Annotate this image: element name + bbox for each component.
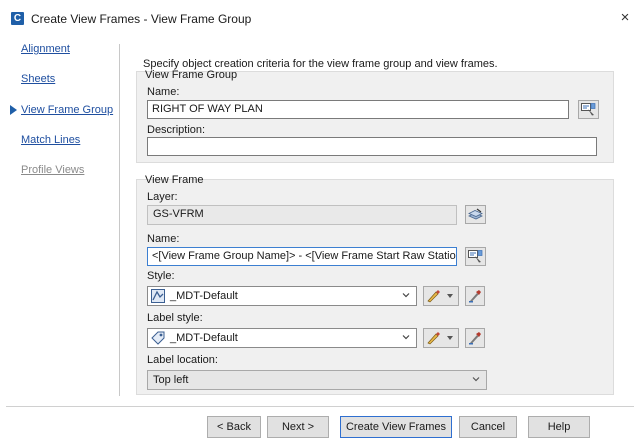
view-frame-legend: View Frame: [145, 174, 204, 186]
footer-divider: [6, 406, 634, 407]
layer-label: Layer:: [147, 191, 178, 203]
edit-style-icon: [427, 332, 453, 345]
nav-item-alignment[interactable]: Alignment: [21, 43, 70, 55]
style-dropdown[interactable]: _MDT-Default: [147, 286, 417, 306]
create-view-frames-button[interactable]: Create View Frames: [340, 416, 452, 438]
group-description-input[interactable]: [147, 137, 597, 156]
nav-item-profile-views: Profile Views: [21, 164, 85, 176]
layer-select-icon: [468, 208, 483, 220]
pick-style-icon: [469, 290, 481, 303]
group-name-input[interactable]: RIGHT OF WAY PLAN: [147, 100, 569, 119]
style-label: Style:: [147, 270, 175, 282]
name-template-editor-icon: [581, 103, 596, 116]
label-style-icon: [151, 331, 165, 345]
nav-item-match-lines[interactable]: Match Lines: [21, 134, 80, 146]
label-style-dropdown[interactable]: _MDT-Default: [147, 328, 417, 348]
current-step-arrow-icon: [10, 105, 17, 115]
chevron-down-icon: [402, 335, 410, 340]
pick-style-icon: [469, 332, 481, 345]
label-location-dropdown[interactable]: Top left: [147, 370, 487, 390]
group-description-label: Description:: [147, 124, 206, 136]
next-button[interactable]: Next >: [267, 416, 329, 438]
chevron-down-icon: [472, 377, 480, 382]
style-value: _MDT-Default: [170, 290, 238, 302]
layer-value: GS-VFRM: [147, 205, 457, 225]
label-location-value: Top left: [153, 374, 189, 386]
nav-item-sheets[interactable]: Sheets: [21, 73, 55, 85]
chevron-down-icon: [402, 293, 410, 298]
label-style-value: _MDT-Default: [170, 332, 238, 344]
label-style-edit-button[interactable]: [423, 328, 459, 348]
edit-style-icon: [427, 290, 453, 303]
layer-select-button[interactable]: [465, 205, 486, 224]
label-style-label: Label style:: [147, 312, 203, 324]
nav-item-view-frame-group[interactable]: View Frame Group: [21, 104, 113, 116]
group-name-editor-button[interactable]: [578, 100, 599, 119]
frame-name-label: Name:: [147, 233, 180, 245]
cancel-button[interactable]: Cancel: [459, 416, 517, 438]
label-location-label: Label location:: [147, 354, 218, 366]
window-title: Create View Frames - View Frame Group: [31, 12, 252, 26]
group-name-label: Name:: [147, 86, 180, 98]
navigation-divider: [119, 44, 120, 396]
name-template-editor-icon: [468, 250, 483, 263]
civil3d-app-icon: C: [11, 12, 24, 25]
label-style-pick-button[interactable]: [465, 328, 485, 348]
view-frame-group-legend: View Frame Group: [145, 69, 238, 81]
close-icon[interactable]: ×: [614, 9, 636, 27]
frame-name-editor-button[interactable]: [465, 247, 486, 266]
style-edit-button[interactable]: [423, 286, 459, 306]
view-frame-style-icon: [151, 289, 165, 303]
back-button[interactable]: < Back: [207, 416, 261, 438]
frame-name-input[interactable]: <[View Frame Group Name]> - <[View Frame…: [147, 247, 457, 266]
title-bar: C Create View Frames - View Frame Group …: [0, 0, 640, 36]
help-button[interactable]: Help: [528, 416, 590, 438]
style-pick-button[interactable]: [465, 286, 485, 306]
